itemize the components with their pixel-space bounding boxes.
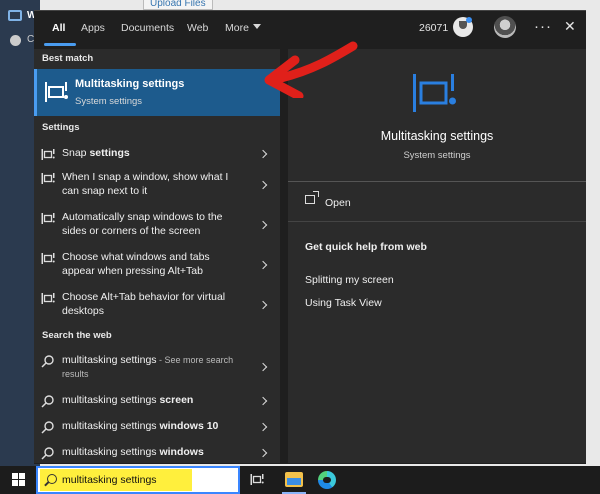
app-icon <box>8 10 22 21</box>
search-icon <box>47 474 57 484</box>
file-explorer-icon[interactable] <box>285 472 303 487</box>
task-view-icon[interactable] <box>250 473 264 486</box>
settings-icon <box>41 252 55 265</box>
chevron-right-icon <box>258 180 268 190</box>
chevron-down-icon <box>252 24 261 29</box>
windows-start-icon[interactable] <box>12 473 26 487</box>
quick-help-heading: Get quick help from web <box>305 241 427 253</box>
result-text: Choose what windows and tabs appear when… <box>62 250 242 278</box>
settings-icon <box>41 292 55 305</box>
web-result[interactable]: multitasking settings - See more search … <box>34 352 280 384</box>
close-icon[interactable]: ✕ <box>564 18 576 35</box>
web-result[interactable]: multitasking settings screen <box>34 392 280 412</box>
result-text: Automatically snap windows to the sides … <box>62 210 242 238</box>
result-text-bold: settings <box>89 147 130 159</box>
chevron-right-icon <box>258 448 268 458</box>
chevron-right-icon <box>258 260 268 270</box>
result-text: multitasking settings screen <box>62 393 242 407</box>
results-list: Best match Multitasking settings System … <box>34 49 280 463</box>
search-icon <box>41 447 55 460</box>
edge-browser-icon[interactable] <box>318 471 336 489</box>
rewards-points: 26071 <box>419 22 449 34</box>
result-text-main: multitasking settings <box>62 394 160 406</box>
back-icon[interactable] <box>10 35 21 46</box>
tab-documents[interactable]: Documents <box>121 22 174 34</box>
settings-result[interactable]: Choose Alt+Tab behavior for virtual desk… <box>34 289 280 323</box>
result-text-main: Choose Alt+Tab behavior for virtual desk… <box>62 291 226 317</box>
result-text-main: Snap <box>62 147 90 159</box>
settings-result[interactable]: Automatically snap windows to the sides … <box>34 209 280 243</box>
chevron-right-icon <box>258 149 268 159</box>
preview-subtitle: System settings <box>403 150 471 161</box>
chevron-right-icon <box>258 362 268 372</box>
settings-icon <box>41 172 55 185</box>
result-text-bold: windows <box>159 446 204 458</box>
search-web-heading: Search the web <box>42 330 112 341</box>
result-text-main: multitasking settings <box>62 446 160 458</box>
web-result[interactable]: multitasking settings windows <box>34 444 280 464</box>
preview-pane: Multitasking settings System settings Op… <box>288 49 586 463</box>
result-text-bold: screen <box>159 394 194 406</box>
divider <box>288 221 586 222</box>
tab-more-label: More <box>225 22 249 34</box>
settings-result[interactable]: When I snap a window, show what I can sn… <box>34 169 280 203</box>
result-text-main: multitasking settings <box>62 420 160 432</box>
result-text: multitasking settings windows 10 <box>62 419 242 433</box>
divider <box>288 181 586 182</box>
chevron-right-icon <box>258 300 268 310</box>
tab-web[interactable]: Web <box>187 22 208 34</box>
active-tab-indicator <box>44 43 76 46</box>
help-link-splitting[interactable]: Splitting my screen <box>305 274 394 286</box>
taskbar-search-input[interactable]: multitasking settings <box>36 466 240 494</box>
upload-files-button[interactable]: Upload Files <box>143 0 213 10</box>
result-text: When I snap a window, show what I can sn… <box>62 170 242 198</box>
best-match-title: Multitasking settings <box>75 78 185 90</box>
result-text-bold: windows 10 <box>159 420 219 432</box>
result-text-main: multitasking settings <box>62 354 157 366</box>
chevron-right-icon <box>258 396 268 406</box>
multitasking-icon <box>45 82 68 102</box>
preview-title: Multitasking settings <box>380 129 494 143</box>
open-action[interactable]: Open <box>325 197 351 209</box>
result-text: Choose Alt+Tab behavior for virtual desk… <box>62 290 242 318</box>
result-text-main: Choose what windows and tabs appear when… <box>62 251 210 277</box>
open-icon <box>305 191 319 204</box>
chevron-right-icon <box>258 422 268 432</box>
settings-result[interactable]: Snap settings <box>34 145 280 165</box>
result-text: multitasking settings windows <box>62 445 242 459</box>
annotation-arrow <box>264 41 358 98</box>
search-query: multitasking settings <box>62 474 157 486</box>
tab-apps[interactable]: Apps <box>81 22 105 34</box>
notification-dot <box>466 17 472 23</box>
settings-result[interactable]: Choose what windows and tabs appear when… <box>34 249 280 283</box>
search-icon <box>41 355 55 368</box>
taskbar: multitasking settings <box>0 466 600 494</box>
result-text: multitasking settings - See more search … <box>62 353 242 381</box>
selection-bar <box>34 69 37 116</box>
tab-all[interactable]: All <box>52 22 65 34</box>
best-match-subtitle: System settings <box>75 96 143 107</box>
result-text-main: Automatically snap windows to the sides … <box>62 211 223 237</box>
more-options-icon[interactable]: ··· <box>534 18 552 35</box>
web-result[interactable]: multitasking settings windows 10 <box>34 418 280 438</box>
search-icon <box>41 395 55 408</box>
settings-heading: Settings <box>42 122 80 133</box>
chevron-right-icon <box>258 220 268 230</box>
tab-more[interactable]: More <box>225 22 261 34</box>
result-text: Snap settings <box>62 146 242 160</box>
multitasking-icon <box>413 74 456 112</box>
help-link-task-view[interactable]: Using Task View <box>305 297 382 309</box>
best-match-result[interactable]: Multitasking settings System settings <box>34 69 280 116</box>
avatar[interactable] <box>494 16 516 38</box>
settings-icon <box>41 148 55 161</box>
best-match-heading: Best match <box>42 53 94 64</box>
search-icon <box>41 421 55 434</box>
result-text-main: When I snap a window, show what I can sn… <box>62 171 229 197</box>
settings-icon <box>41 212 55 225</box>
